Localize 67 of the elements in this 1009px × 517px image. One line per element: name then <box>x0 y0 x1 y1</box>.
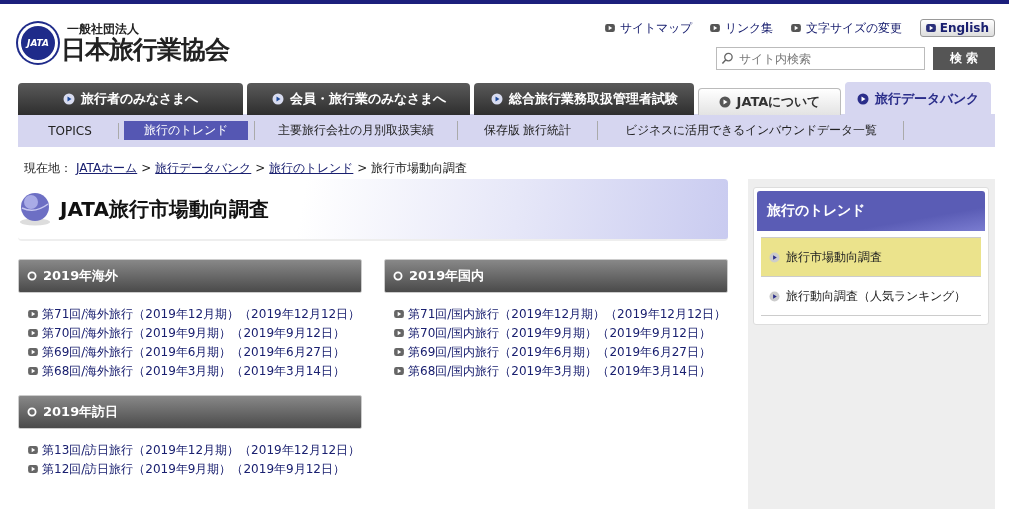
subnav-item[interactable]: 保存版 旅行統計 <box>458 121 598 140</box>
breadcrumb-separator: > <box>141 161 152 175</box>
search-button[interactable]: 検 索 <box>933 47 995 70</box>
nav-tab[interactable]: 旅行者のみなさまへ <box>18 83 243 115</box>
sidebar-title: 旅行のトレンド <box>757 191 985 231</box>
subnav-item[interactable]: 主要旅行会社の月別取扱実績 <box>254 121 458 140</box>
play-icon <box>718 96 731 108</box>
arrow-icon <box>28 329 38 337</box>
arrow-icon <box>394 348 404 356</box>
report-link[interactable]: 第71回/海外旅行（2019年12月期）（2019年12月12日） <box>42 305 361 324</box>
subnav-item[interactable]: 旅行のトレンド <box>124 121 248 140</box>
arrow-icon <box>28 465 38 473</box>
report-link[interactable]: 第70回/海外旅行（2019年9月期）（2019年9月12日） <box>42 324 345 343</box>
report-link[interactable]: 第69回/海外旅行（2019年6月期）（2019年6月27日） <box>42 343 345 362</box>
sidebar-item[interactable]: 旅行市場動向調査 <box>761 238 981 277</box>
play-icon <box>63 93 75 105</box>
play-icon <box>271 93 284 105</box>
arrow-icon <box>28 348 38 356</box>
nav-tab[interactable]: 会員・旅行業のみなさまへ <box>247 83 470 115</box>
utility-link[interactable]: サイトマップ <box>604 19 692 37</box>
nav-tab[interactable]: JATAについて <box>698 88 841 115</box>
search-icon <box>721 52 734 65</box>
section-title: 2019年国内 <box>409 267 485 285</box>
ring-icon <box>393 271 403 281</box>
section-title: 2019年海外 <box>43 267 119 285</box>
report-link[interactable]: 第13回/訪日旅行（2019年12月期）（2019年12月12日） <box>42 441 361 460</box>
arrow-icon <box>394 310 404 318</box>
utility-link[interactable]: 文字サイズの変更 <box>790 19 902 37</box>
report-link[interactable]: 第12回/訪日旅行（2019年9月期）（2019年9月12日） <box>42 460 345 479</box>
arrow-icon <box>28 310 38 318</box>
report-link[interactable]: 第70回/国内旅行（2019年9月期）（2019年9月12日） <box>408 324 711 343</box>
play-icon <box>769 290 780 302</box>
arrow-icon <box>394 367 404 375</box>
arrow-icon <box>394 329 404 337</box>
breadcrumb-separator: > <box>255 161 266 175</box>
breadcrumb-link[interactable]: 旅行データバンク <box>155 159 252 177</box>
logo-icon[interactable]: JATA <box>18 23 58 63</box>
ring-icon <box>27 407 37 417</box>
report-link[interactable]: 第71回/国内旅行（2019年12月期）（2019年12月12日） <box>408 305 727 324</box>
sidebar-item[interactable]: 旅行動向調査（人気ランキング） <box>761 277 981 316</box>
nav-tab[interactable]: 総合旅行業務取扱管理者試験 <box>474 83 694 115</box>
nav-tab[interactable]: 旅行データバンク <box>845 82 991 115</box>
arrow-icon <box>28 367 38 375</box>
search-field[interactable]: サイト内検索 <box>716 47 925 70</box>
section-title: 2019年訪日 <box>43 403 119 421</box>
play-icon <box>490 93 503 105</box>
report-link[interactable]: 第68回/海外旅行（2019年3月期）（2019年3月14日） <box>42 362 345 381</box>
language-button[interactable]: English <box>919 19 995 37</box>
subnav-item[interactable]: TOPICS <box>22 122 119 139</box>
breadcrumb-link[interactable]: 旅行のトレンド <box>269 159 354 177</box>
subnav-item[interactable]: ビジネスに活用できるインバウンドデータ一覧 <box>598 121 904 140</box>
breadcrumb-label: 現在地： <box>24 159 72 177</box>
organization-name: 日本旅行業協会 <box>61 36 229 64</box>
page-title: JATA旅行市場動向調査 <box>60 195 269 223</box>
logo-text: JATA <box>27 38 49 48</box>
utility-link[interactable]: リンク集 <box>709 19 773 37</box>
breadcrumb-separator: > <box>357 161 368 175</box>
arrow-icon <box>28 446 38 454</box>
globe-icon <box>18 192 52 226</box>
report-link[interactable]: 第68回/国内旅行（2019年3月期）（2019年3月14日） <box>408 362 711 381</box>
play-icon <box>857 93 869 105</box>
organization-type: 一般社団法人 <box>67 22 140 36</box>
breadcrumb-current: 旅行市場動向調査 <box>371 159 468 177</box>
report-link[interactable]: 第69回/国内旅行（2019年6月期）（2019年6月27日） <box>408 343 711 362</box>
breadcrumb-link[interactable]: JATAホーム <box>76 159 138 177</box>
ring-icon <box>27 271 37 281</box>
play-icon <box>769 251 780 263</box>
